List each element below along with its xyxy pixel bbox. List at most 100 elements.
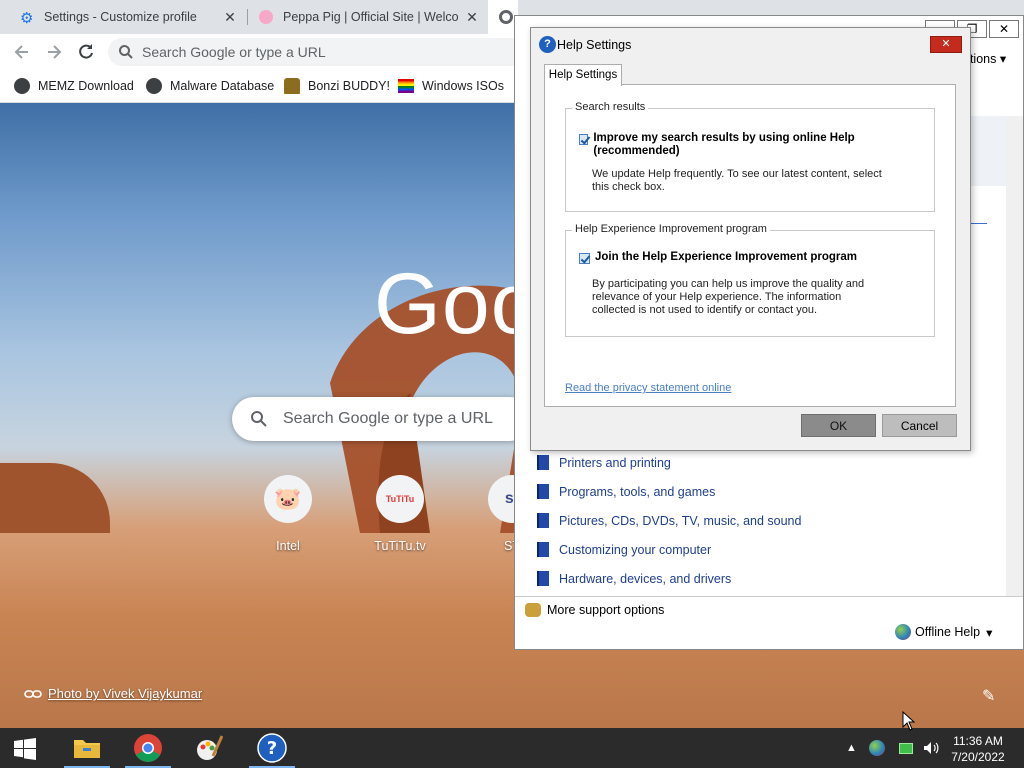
book-icon — [537, 571, 549, 586]
clock-time: 11:36 AM — [953, 734, 1003, 748]
offline-help-label: Offline Help — [915, 625, 981, 639]
topic-label: Printers and printing — [559, 455, 671, 470]
taskbar-help[interactable]: ? — [247, 728, 297, 768]
shortcut-glyph: TuTiTu — [385, 494, 415, 504]
taskbar-paint[interactable] — [184, 728, 234, 768]
taskbar-chrome[interactable] — [123, 728, 173, 768]
peppa-pig-icon: 🐷 — [264, 475, 312, 523]
book-icon — [537, 455, 549, 470]
topic-label: Customizing your computer — [559, 542, 712, 557]
dialog-title: Help Settings — [557, 38, 632, 52]
omnibox[interactable]: Search Google or type a URL — [108, 38, 528, 66]
clock-date: 7/20/2022 — [951, 750, 1005, 764]
back-arrow-icon — [14, 45, 28, 59]
tab-title: Settings - Customize profile — [44, 10, 197, 24]
topic-printers[interactable]: Printers and printing — [537, 448, 801, 477]
online-help-checkbox[interactable] — [579, 134, 589, 145]
bookmark-label: Windows ISOs — [422, 79, 504, 93]
topic-customizing[interactable]: Customizing your computer — [537, 535, 801, 564]
chevron-down-icon: ▾ — [999, 52, 1007, 66]
taskbar-file-explorer[interactable] — [62, 728, 112, 768]
reload-button[interactable] — [74, 40, 98, 64]
forward-button[interactable] — [42, 40, 66, 64]
tab-help-settings[interactable]: Help Settings — [544, 64, 622, 86]
dialog-close-button[interactable]: ✕ — [930, 36, 962, 53]
topic-label: Hardware, devices, and drivers — [559, 571, 732, 586]
forward-arrow-icon — [48, 45, 62, 59]
search-results-group: Search results Improve my search results… — [565, 101, 935, 212]
topic-hardware[interactable]: Hardware, devices, and drivers — [537, 564, 801, 593]
dialog-tab-panel: Search results Improve my search results… — [544, 84, 956, 407]
omnibox-placeholder: Search Google or type a URL — [142, 44, 326, 60]
tab-settings[interactable]: ⚙ Settings - Customize profile ✕ — [0, 0, 246, 34]
windows-logo-icon — [14, 738, 36, 760]
tab-close-button[interactable]: ✕ — [464, 9, 480, 26]
ntp-search-box[interactable]: Search Google or type a URL — [232, 397, 532, 441]
improvement-checkbox[interactable] — [579, 253, 590, 264]
chrome-icon — [134, 734, 162, 762]
show-hidden-icons-chevron-icon[interactable]: ▲ — [846, 742, 857, 754]
improvement-program-group: Help Experience Improvement program Join… — [565, 223, 935, 337]
background-rock-left — [0, 463, 110, 533]
speaker-icon[interactable] — [923, 741, 939, 755]
svg-text:?: ? — [267, 738, 277, 759]
book-icon — [537, 542, 549, 557]
more-support-options-link[interactable]: More support options — [525, 603, 664, 617]
scrollbar[interactable] — [1006, 116, 1023, 596]
globe-icon — [146, 78, 162, 94]
chevron-down-icon: ▾ — [986, 625, 993, 640]
online-help-checkbox-row[interactable]: Improve my search results by using onlin… — [579, 132, 879, 158]
topic-label: Programs, tools, and games — [559, 484, 716, 499]
group-legend: Help Experience Improvement program — [572, 223, 770, 235]
improvement-checkbox-label: Join the Help Experience Improvement pro… — [595, 251, 858, 263]
offline-help-dropdown[interactable]: Offline Help ▾ — [895, 624, 992, 640]
bookmark-bonzi-buddy[interactable]: Bonzi BUDDY! — [284, 76, 390, 96]
search-icon — [119, 45, 133, 59]
privacy-statement-link[interactable]: Read the privacy statement online — [565, 382, 731, 394]
people-icon — [525, 603, 541, 617]
start-button[interactable] — [14, 738, 36, 765]
search-icon — [251, 411, 267, 427]
shortcut-tutitu[interactable]: TuTiTu TuTiTu.tv — [360, 475, 440, 553]
globe-icon — [14, 78, 30, 94]
shortcut-intel[interactable]: 🐷 Intel — [248, 475, 328, 553]
improvement-description: By participating you can help us improve… — [592, 278, 865, 316]
book-icon — [537, 484, 549, 499]
help-topics-list: Printers and printing Programs, tools, a… — [537, 448, 801, 593]
improvement-checkbox-row[interactable]: Join the Help Experience Improvement pro… — [579, 251, 919, 264]
bookmark-label: MEMZ Download — [38, 79, 134, 93]
customize-pencil-icon[interactable]: ✎ — [982, 686, 995, 706]
link-icon — [24, 689, 42, 698]
content-sidebar — [967, 116, 1007, 186]
help-settings-dialog: ? Help Settings ✕ Help Settings Search r… — [530, 27, 971, 451]
shortcut-label: TuTiTu.tv — [374, 539, 426, 553]
monitor-icon[interactable] — [898, 742, 913, 754]
gear-icon: ⚙ — [20, 10, 34, 27]
topic-pictures[interactable]: Pictures, CDs, DVDs, TV, music, and soun… — [537, 506, 801, 535]
bookmark-malware-database[interactable]: Malware Database — [146, 76, 274, 96]
back-button[interactable] — [10, 40, 34, 64]
taskbar-clock[interactable]: 11:36 AM 7/20/2022 — [944, 733, 1012, 765]
bookmark-label: Malware Database — [170, 79, 275, 93]
globe-icon — [895, 624, 911, 640]
tutitu-icon: TuTiTu — [376, 475, 424, 523]
chrome-icon — [499, 10, 513, 24]
system-tray: ▲ — [846, 728, 939, 768]
bookmark-memz-download[interactable]: MEMZ Download — [14, 76, 134, 96]
topic-label: Pictures, CDs, DVDs, TV, music, and soun… — [559, 513, 802, 528]
network-globe-icon[interactable] — [868, 740, 885, 756]
close-button[interactable]: ✕ — [989, 20, 1019, 38]
chrome-toolbar: Search Google or type a URL — [0, 34, 528, 70]
bookmark-windows-isos[interactable]: Windows ISOs — [398, 76, 504, 96]
online-help-description: We update Help frequently. To see our la… — [592, 168, 882, 193]
topic-programs[interactable]: Programs, tools, and games — [537, 477, 801, 506]
photo-credit-link[interactable]: Photo by Vivek Vijaykumar — [24, 686, 202, 701]
tab-peppa-pig[interactable]: Peppa Pig | Official Site | Welcom ✕ — [248, 0, 488, 34]
tab-title: Peppa Pig | Official Site | Welcom — [283, 10, 458, 24]
tab-close-button[interactable]: ✕ — [222, 9, 238, 26]
rainbow-flag-icon — [398, 79, 414, 93]
ok-button[interactable]: OK — [801, 414, 876, 437]
help-icon: ? — [539, 36, 556, 53]
reload-icon — [79, 44, 93, 59]
cancel-button[interactable]: Cancel — [882, 414, 957, 437]
